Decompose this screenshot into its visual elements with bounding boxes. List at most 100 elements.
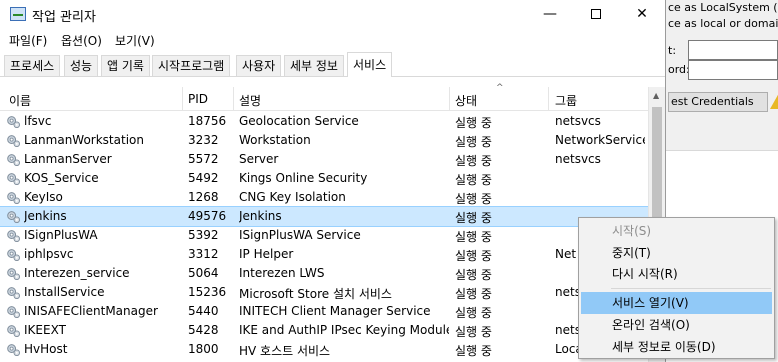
cell-name: lfsvc [24,114,52,128]
test-credentials-button[interactable]: est Credentials [668,92,768,112]
cell-description: Workstation [239,133,311,147]
cell-pid: 5572 [188,152,219,166]
column-header-name[interactable]: 이름 [9,92,31,109]
table-body: lfsvc 18756 Geolocation Service 실행 중 netsvcs… [0,112,649,359]
cell-pid: 5492 [188,171,219,185]
cell-pid: 5064 [188,266,219,280]
task-manager-icon [10,7,26,21]
cell-status: 실행 중 [455,287,492,301]
minimize-button[interactable]: — [527,0,573,30]
column-divider[interactable] [233,87,234,111]
scroll-up-icon[interactable]: ▲ [653,91,659,100]
menu-item-stop[interactable]: 중지(T) [581,242,772,264]
menu-item-go-to-details[interactable]: 세부 정보로 이동(D) [581,336,772,358]
bg-password-field[interactable] [688,60,778,80]
column-header-pid[interactable]: PID [188,92,208,106]
column-header-group[interactable]: 그룹 [555,92,577,109]
table-row[interactable]: HvHost 1800 HV 호스트 서비스 실행 중 Loca [0,340,648,359]
table-header: 이름 PID 설명 ^ 상태 그룹 [0,83,648,111]
cell-pid: 5440 [188,304,219,318]
gear-icon [6,342,21,357]
gear-icon [6,228,21,243]
menu-file[interactable]: 파일(F) [9,32,47,49]
gear-icon [6,171,21,186]
bg-label-user: t: [668,44,677,57]
cell-pid: 49576 [188,209,227,223]
column-divider[interactable] [548,87,549,111]
cell-description: IKE and AuthIP IPsec Keying Modules [239,323,449,337]
cell-description: Geolocation Service [239,114,359,128]
cell-name: LanmanWorkstation [24,133,144,147]
cell-description: Jenkins [239,209,282,223]
column-divider[interactable] [182,87,183,111]
cell-name: iphlpsvc [24,247,74,261]
services-table: 이름 PID 설명 ^ 상태 그룹 lfsvc 18756 Geolocation … [0,83,665,362]
title-bar[interactable]: 작업 관리자 — ✕ [0,0,665,30]
menu-item-search-online[interactable]: 온라인 검색(O) [581,314,772,336]
gear-icon [6,247,21,262]
bg-text-line2: ce as local or domain us [668,17,778,30]
table-row[interactable]: KeyIso 1268 CNG Key Isolation 실행 중 [0,188,648,207]
task-manager-window: 작업 관리자 — ✕ 파일(F) 옵션(O) 보기(V) 프로세스 성능 앱 기… [0,0,666,362]
cell-name: Jenkins [24,209,67,223]
cell-status: 실행 중 [455,344,492,358]
cell-description: INITECH Client Manager Service [239,304,431,318]
cell-status: 실행 중 [455,325,492,339]
menu-separator [611,288,771,289]
menu-options[interactable]: 옵션(O) [61,32,102,49]
table-row[interactable]: LanmanServer 5572 Server 실행 중 netsvcs [0,150,648,169]
close-button[interactable]: ✕ [619,0,665,30]
cell-group: NetworkService [555,133,645,147]
cell-status: 실행 중 [455,154,492,168]
tab-startup[interactable]: 시작프로그램 [152,55,231,76]
table-row[interactable]: lfsvc 18756 Geolocation Service 실행 중 netsvcs [0,112,648,131]
warning-icon [770,93,778,109]
cell-description: IP Helper [239,247,294,261]
tab-processes[interactable]: 프로세스 [4,55,61,76]
cell-name: INISAFEClientManager [24,304,158,318]
tab-services[interactable]: 서비스 [347,52,393,77]
cell-description: HV 호스트 서비스 [239,344,331,358]
column-header-description[interactable]: 설명 [239,92,261,109]
cell-group: netsvcs [555,114,601,128]
cell-description: ISignPlusWA Service [239,228,361,242]
bg-user-field[interactable] [688,40,778,60]
cell-pid: 5428 [188,323,219,337]
cell-status: 실행 중 [455,249,492,263]
cell-description: Interezen LWS [239,266,325,280]
gear-icon [6,114,21,129]
tab-performance[interactable]: 성능 [64,55,99,76]
sort-arrow-icon: ^ [496,83,504,93]
column-divider[interactable] [449,87,450,111]
table-row[interactable]: KOS_Service 5492 Kings Online Security 실행 중 [0,169,648,188]
table-row[interactable]: LanmanWorkstation 3232 Workstation 실행 중 Netw… [0,131,648,150]
table-row[interactable]: INISAFEClientManager 5440 INITECH Client M… [0,302,648,321]
tab-app-history[interactable]: 앱 기록 [101,55,150,76]
gear-icon [6,190,21,205]
tab-details[interactable]: 세부 정보 [284,55,344,76]
cell-status: 실행 중 [455,211,492,225]
cell-pid: 1800 [188,342,219,356]
table-row[interactable]: iphlpsvc 3312 IP Helper 실행 중 Net [0,245,648,264]
bg-label-password: ord: [668,63,690,76]
tab-strip: 프로세스 성능 앱 기록 시작프로그램 사용자 세부 정보 서비스 [0,52,665,77]
menu-item-open-services[interactable]: 서비스 열기(V) [581,292,772,314]
tab-users[interactable]: 사용자 [236,55,282,76]
cell-pid: 18756 [188,114,227,128]
table-row[interactable]: Interezen_service 5064 Interezen LWS 실행 중 [0,264,648,283]
context-menu: 시작(S) 중지(T) 다시 시작(R) 서비스 열기(V) 온라인 검색(O)… [578,217,775,359]
maximize-button[interactable] [573,0,619,30]
gear-icon [6,285,21,300]
table-row[interactable]: ISignPlusWA 5392 ISignPlusWA Service 실행 중 [0,226,648,245]
menu-item-start[interactable]: 시작(S) [581,220,772,242]
table-row[interactable]: InstallService 15236 Microsoft Store 설치 서비… [0,283,648,302]
column-header-status[interactable]: 상태 [455,92,477,109]
menu-item-restart[interactable]: 다시 시작(R) [581,263,772,285]
cell-description: Microsoft Store 설치 서비스 [239,287,392,301]
menu-view[interactable]: 보기(V) [115,32,155,49]
table-row[interactable]: Jenkins 49576 Jenkins 실행 중 [0,206,649,227]
scrollbar-thumb[interactable] [652,107,662,227]
cell-name: KeyIso [24,190,63,204]
table-row[interactable]: IKEEXT 5428 IKE and AuthIP IPsec Keying Mo… [0,321,648,340]
cell-name: KOS_Service [24,171,99,185]
